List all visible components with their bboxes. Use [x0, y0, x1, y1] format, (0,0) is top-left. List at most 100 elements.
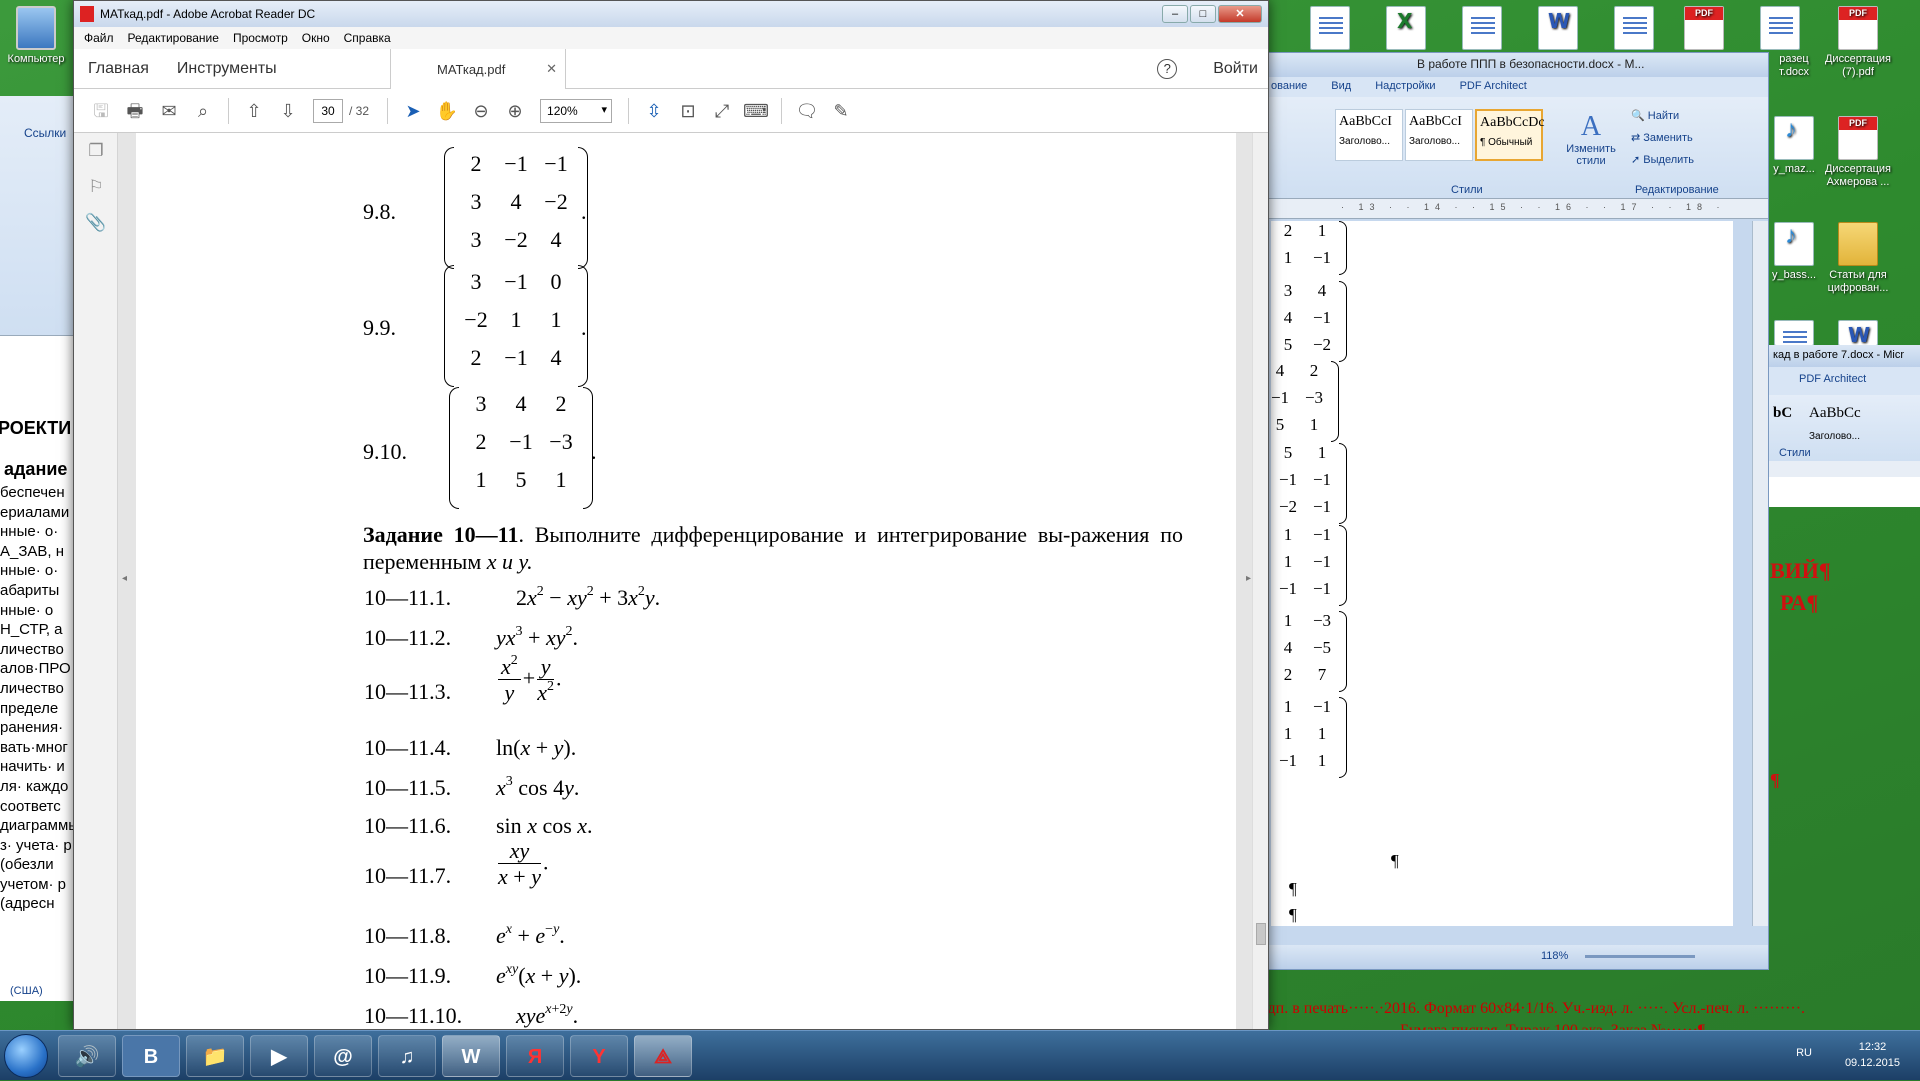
zoom-slider[interactable]	[1585, 954, 1696, 958]
menu-file[interactable]: Файл	[84, 31, 114, 45]
comment-icon[interactable]: 🗨	[790, 96, 824, 126]
search-icon[interactable]: ⌕	[186, 96, 220, 126]
vertical-scrollbar[interactable]	[1252, 133, 1268, 1029]
desktop-icon-obrazec[interactable]: разец т.docx	[1764, 6, 1824, 79]
attachments-icon[interactable]: 📎	[74, 205, 118, 241]
style-normal[interactable]: AaBbCcDc ¶ Обычный	[1475, 109, 1545, 161]
sign-icon[interactable]: ✎	[824, 96, 858, 126]
taskbar-acrobat-icon[interactable]: ⟁	[634, 1035, 692, 1077]
print-icon[interactable]: 🖶	[118, 96, 152, 126]
item-number: 10—11.8.	[364, 923, 452, 948]
vertical-scrollbar[interactable]	[1752, 221, 1768, 926]
zoom-in-icon[interactable]: ⊕	[498, 96, 532, 126]
language-indicator[interactable]: RU	[1796, 1047, 1812, 1059]
start-button[interactable]	[4, 1034, 48, 1078]
hand-tool-icon[interactable]: ✋	[430, 96, 464, 126]
clock[interactable]: 12:32 09.12.2015	[1845, 1039, 1900, 1071]
desktop-icon-doc[interactable]	[1594, 6, 1674, 53]
desktop-icon-mp3[interactable]: y_maz...	[1764, 116, 1824, 176]
close-button[interactable]: ✕	[1218, 5, 1262, 23]
expression: xy x + y.	[498, 838, 549, 889]
taskbar-yandex-browser-icon[interactable]: Y	[570, 1035, 628, 1077]
taskbar-media-icon[interactable]: ▶	[250, 1035, 308, 1077]
taskbar-volume-icon[interactable]: 🔊	[58, 1035, 116, 1077]
collapse-left-icon[interactable]: ◂	[122, 573, 127, 584]
document-file-icon	[1310, 6, 1350, 50]
email-icon[interactable]: ✉	[152, 96, 186, 126]
partial-matrix: 4 2 −1 −3 5 1	[1271, 361, 1339, 442]
maximize-button[interactable]: □	[1190, 5, 1216, 23]
fit-page-icon[interactable]: ⊡	[671, 96, 705, 126]
style-heading1[interactable]: AaBbCcI Заголово...	[1335, 109, 1403, 161]
find-button[interactable]: 🔍 Найти	[1631, 109, 1679, 122]
select-cursor-icon[interactable]: ➤	[396, 96, 430, 126]
tab-bar: Главная Инструменты МАТкад.pdf ✕ ? Войти	[74, 49, 1268, 89]
tab[interactable]: Вид	[1331, 80, 1351, 97]
bookmarks-icon[interactable]: ⚐	[74, 169, 118, 205]
menu-help[interactable]: Справка	[344, 31, 391, 45]
desktop-icon-xls[interactable]	[1366, 6, 1446, 53]
tab[interactable]: ование	[1271, 80, 1307, 97]
scroll-mode-icon[interactable]: ⇳	[637, 96, 671, 126]
matrix-cell: 1	[555, 467, 567, 492]
desktop-icon-dissertation2[interactable]: Диссертация Ахмерова ...	[1818, 116, 1898, 189]
zoom-dropdown[interactable]: 120%	[540, 98, 613, 123]
minimize-button[interactable]: ‒	[1162, 5, 1188, 23]
desktop-icon-doc[interactable]	[1442, 6, 1522, 53]
next-page-icon[interactable]: ⇩	[271, 96, 305, 126]
close-tab-icon[interactable]: ✕	[546, 61, 557, 77]
menu-view[interactable]: Просмотр	[233, 31, 288, 45]
taskbar-mail-icon[interactable]: @	[314, 1035, 372, 1077]
desktop-icon-computer[interactable]: Компьютер	[0, 6, 76, 66]
scroll-thumb[interactable]	[1256, 923, 1266, 945]
tab-pdf-architect[interactable]: PDF Architect	[1769, 367, 1920, 395]
punctuation: .	[591, 439, 597, 464]
zoom-out-icon[interactable]: ⊖	[464, 96, 498, 126]
help-icon[interactable]: ?	[1157, 59, 1178, 79]
previous-page-icon[interactable]: ⇧	[237, 96, 271, 126]
task-variables: x и y.	[486, 549, 533, 574]
menu-edit[interactable]: Редактирование	[128, 31, 219, 45]
tab-tools[interactable]: Инструменты	[163, 60, 291, 78]
read-mode-icon[interactable]: ⌨	[739, 96, 773, 126]
matrix-cell: 1	[510, 307, 522, 332]
matrix-cell: −1	[504, 345, 528, 370]
matrix-row: 1 5 1	[461, 467, 581, 505]
desktop-icon-doc[interactable]	[1290, 6, 1370, 53]
tab[interactable]: PDF Architect	[1460, 80, 1527, 97]
tab-document[interactable]: МАТкад.pdf ✕	[390, 49, 566, 89]
style-preview[interactable]: AaBbCc	[1809, 405, 1861, 422]
desktop-icon-word[interactable]	[1518, 6, 1598, 53]
item-number: 10—11.1.	[364, 585, 452, 610]
zoom-level[interactable]: 118%	[1541, 950, 1568, 962]
style-preview[interactable]: bC	[1773, 405, 1792, 422]
tab-references[interactable]: Ссылки	[0, 96, 73, 140]
signin-button[interactable]: Войти	[1213, 60, 1258, 78]
desktop-icon-dissertation[interactable]: Диссертация (7).pdf	[1818, 6, 1898, 79]
menu-window[interactable]: Окно	[302, 31, 330, 45]
page-thumbnails-icon[interactable]: ❐	[74, 133, 118, 169]
desktop-icon-mp3[interactable]: y_bass...	[1764, 222, 1824, 282]
page-number-input[interactable]: 30	[313, 98, 343, 123]
tab[interactable]: Надстройки	[1375, 80, 1435, 97]
taskbar-yandex-icon[interactable]: Я	[506, 1035, 564, 1077]
matrix-row: 21	[1271, 221, 1339, 248]
full-screen-icon[interactable]: ⤢	[705, 96, 739, 126]
taskbar-music-icon[interactable]: ♫	[378, 1035, 436, 1077]
change-styles-button[interactable]: A Изменить стили	[1561, 111, 1621, 167]
replace-button[interactable]: ⇄ Заменить	[1631, 131, 1693, 144]
save-icon[interactable]: 🖫	[84, 96, 118, 126]
matrix-cell: 1	[550, 307, 562, 332]
desktop-icon-folder[interactable]: Статьи для цифрован...	[1818, 222, 1898, 295]
toolbar-separator	[628, 97, 630, 124]
taskbar-vk-icon[interactable]: B	[122, 1035, 180, 1077]
punctuation: .	[581, 199, 587, 224]
tab-home[interactable]: Главная	[74, 60, 163, 78]
taskbar-word-icon[interactable]: W	[442, 1035, 500, 1077]
select-button[interactable]: ➚ Выделить	[1631, 153, 1694, 166]
collapse-right-icon[interactable]: ▸	[1246, 573, 1251, 584]
style-heading2[interactable]: AaBbCcI Заголово...	[1405, 109, 1473, 161]
desktop-icon-pdf[interactable]	[1664, 6, 1744, 53]
left-bracket	[444, 265, 454, 387]
taskbar-explorer-icon[interactable]: 📁	[186, 1035, 244, 1077]
